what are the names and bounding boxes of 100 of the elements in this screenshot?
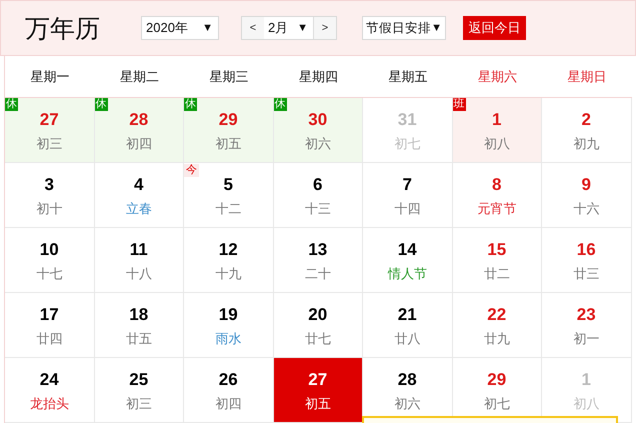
- lunar-date: 初四: [126, 136, 152, 152]
- day-number: 5: [224, 175, 233, 195]
- day-number: 7: [402, 175, 412, 195]
- day-number: 8: [492, 175, 502, 195]
- day-cell[interactable]: 14 情人节: [363, 228, 452, 293]
- day-number: 26: [218, 370, 238, 390]
- lunar-date: 初四: [215, 396, 242, 412]
- day-number: 15: [487, 240, 506, 260]
- day-number: 24: [40, 370, 59, 390]
- lunar-date: 廿二: [484, 266, 510, 282]
- lunar-date: 初三: [126, 396, 152, 412]
- day-cell[interactable]: 28 初四 休: [94, 98, 184, 163]
- day-number: 27: [308, 370, 328, 390]
- day-cell[interactable]: 26 初四: [184, 358, 274, 423]
- day-cell[interactable]: 1 初八 班: [452, 98, 542, 163]
- day-cell[interactable]: 11 十八: [94, 228, 184, 293]
- day-number: 29: [218, 110, 238, 130]
- day-cell[interactable]: 5 十二 今: [184, 163, 274, 228]
- day-cell[interactable]: 19 雨水: [184, 293, 274, 358]
- day-cell[interactable]: 2 初九: [542, 98, 632, 163]
- day-cell[interactable]: 20 廿七: [274, 293, 363, 358]
- lunar-date: 廿九: [484, 331, 510, 347]
- lunar-date: 初十: [36, 201, 62, 217]
- lunar-date: 廿七: [304, 331, 331, 347]
- day-number: 2: [582, 110, 591, 130]
- day-number: 3: [44, 175, 54, 195]
- day-cell[interactable]: 21 廿八: [363, 293, 452, 358]
- rest-day-badge: 休: [274, 98, 286, 111]
- day-number: 28: [398, 370, 417, 390]
- day-cell[interactable]: 18 廿五: [94, 293, 184, 358]
- day-number: 17: [40, 305, 59, 325]
- day-cell[interactable]: 30 初六 休: [274, 98, 363, 163]
- workday-badge: 班: [452, 98, 466, 111]
- day-cell[interactable]: 24 龙抬头: [5, 358, 94, 423]
- holiday-dropdown[interactable]: 节假日安排▼: [362, 16, 446, 40]
- lunar-date: 廿八: [394, 331, 420, 347]
- day-number: 6: [313, 175, 322, 195]
- day-cell[interactable]: 16 廿三: [542, 228, 632, 293]
- day-number: 25: [129, 370, 148, 390]
- lunar-date: 初六: [304, 136, 331, 152]
- lunar-date: 初一: [573, 331, 600, 347]
- lunar-date: 十八: [126, 266, 152, 282]
- day-cell[interactable]: 7 十四: [363, 163, 452, 228]
- day-number: 13: [308, 240, 328, 260]
- day-number: 23: [576, 305, 596, 325]
- day-cell[interactable]: 29 初五 休: [184, 98, 274, 163]
- lunar-date: 二十: [304, 266, 331, 282]
- day-number: 19: [218, 305, 238, 325]
- lunar-date: 十六: [573, 201, 600, 217]
- day-number: 14: [398, 240, 417, 260]
- day-number: 30: [308, 110, 328, 130]
- day-number: 20: [308, 305, 328, 325]
- day-cell[interactable]: 25 初三: [94, 358, 184, 423]
- day-number: 21: [398, 305, 417, 325]
- lunar-date: 龙抬头: [30, 396, 69, 412]
- day-cell[interactable]: 4 立春: [94, 163, 184, 228]
- day-cell[interactable]: 27 初五: [274, 358, 363, 423]
- lunar-date: 十四: [394, 201, 420, 217]
- day-cell[interactable]: 27 初三 休: [5, 98, 94, 163]
- month-dropdown[interactable]: 2月 ▼: [264, 17, 314, 39]
- day-cell[interactable]: 8 元宵节: [452, 163, 542, 228]
- lunar-date: 十二: [215, 201, 242, 217]
- day-cell[interactable]: 3 初十: [5, 163, 94, 228]
- day-number: 12: [218, 240, 238, 260]
- day-cell[interactable]: 6 十三: [274, 163, 363, 228]
- day-number: 16: [576, 240, 596, 260]
- day-number: 27: [40, 110, 59, 130]
- year-dropdown[interactable]: 2020年 ▼: [141, 16, 219, 40]
- back-to-today-button[interactable]: 返回今日: [463, 16, 526, 40]
- day-number: 1: [492, 110, 502, 130]
- lunar-date: 十三: [304, 201, 331, 217]
- day-cell[interactable]: 9 十六: [542, 163, 632, 228]
- rest-day-badge: 休: [94, 98, 108, 111]
- lunar-date: 初七: [394, 136, 420, 152]
- day-cell[interactable]: 17 廿四: [5, 293, 94, 358]
- lunar-date: 元宵节: [477, 201, 516, 217]
- day-number: 18: [129, 305, 148, 325]
- lunar-date: 廿四: [36, 331, 62, 347]
- day-cell[interactable]: 15 廿二: [452, 228, 542, 293]
- day-cell[interactable]: 10 十七: [5, 228, 94, 293]
- lunar-date: 初八: [484, 136, 510, 152]
- day-number: 29: [487, 370, 506, 390]
- rest-day-badge: 休: [184, 98, 197, 111]
- lunar-date: 情人节: [388, 266, 427, 282]
- rest-day-badge: 休: [5, 98, 18, 111]
- lunar-date: 立春: [126, 201, 152, 217]
- day-cell[interactable]: 23 初一: [542, 293, 632, 358]
- lunar-date: 雨水: [215, 331, 242, 347]
- lunar-date: 初七: [484, 396, 510, 412]
- day-number: 4: [134, 175, 144, 195]
- day-cell[interactable]: 12 十九: [184, 228, 274, 293]
- lunar-date: 廿五: [126, 331, 152, 347]
- day-cell[interactable]: 22 廿九: [452, 293, 542, 358]
- day-number: 9: [582, 175, 591, 195]
- lunar-date: 初八: [573, 396, 600, 412]
- lunar-date: 十七: [36, 266, 62, 282]
- lunar-date: 十九: [215, 266, 242, 282]
- app-title: 万年历: [25, 14, 101, 44]
- day-cell[interactable]: 13 二十: [274, 228, 363, 293]
- lunar-date: 初五: [215, 136, 242, 152]
